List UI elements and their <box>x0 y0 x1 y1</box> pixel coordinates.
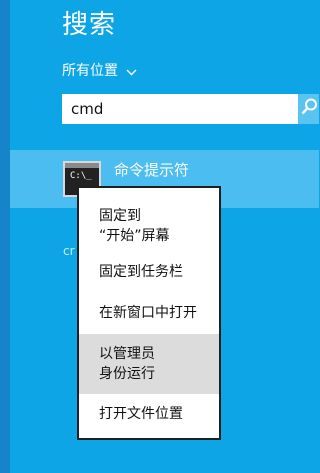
menu-item-open-new-window[interactable]: 在新窗口中打开 <box>79 292 219 334</box>
menu-item-label: 固定到任务栏 <box>99 264 183 280</box>
context-menu: 固定到 “开始”屏幕 固定到任务栏 在新窗口中打开 以管理员 身份运行 打开文件… <box>77 186 221 440</box>
search-input[interactable] <box>63 95 283 123</box>
search-scope-label: 所有位置 <box>62 63 118 79</box>
menu-item-label: 打开文件位置 <box>99 406 183 422</box>
menu-item-run-as-admin[interactable]: 以管理员 身份运行 <box>79 334 219 394</box>
partially-hidden-text: cr <box>63 244 75 258</box>
menu-item-label: 以管理员 <box>99 346 155 362</box>
window-titlebar <box>65 163 99 168</box>
page-title: 搜索 <box>62 10 117 40</box>
menu-item-label: 在新窗口中打开 <box>99 305 197 321</box>
search-icon <box>301 98 317 120</box>
menu-item-label: 身份运行 <box>99 366 155 382</box>
menu-item-label: 固定到 <box>99 208 141 224</box>
search-box[interactable] <box>62 94 298 124</box>
chevron-down-icon <box>126 63 137 81</box>
prompt-text: C:\_ <box>70 171 92 181</box>
menu-item-label: “开始”屏幕 <box>99 228 170 244</box>
menu-item-pin-to-start[interactable]: 固定到 “开始”屏幕 <box>79 200 219 252</box>
search-result-label: 命令提示符 <box>114 161 190 179</box>
search-button[interactable] <box>298 94 319 124</box>
search-scope-selector[interactable]: 所有位置 <box>62 62 137 80</box>
menu-item-open-file-location[interactable]: 打开文件位置 <box>79 394 219 434</box>
menu-item-pin-to-taskbar[interactable]: 固定到任务栏 <box>79 252 219 292</box>
background-strip <box>0 0 10 473</box>
